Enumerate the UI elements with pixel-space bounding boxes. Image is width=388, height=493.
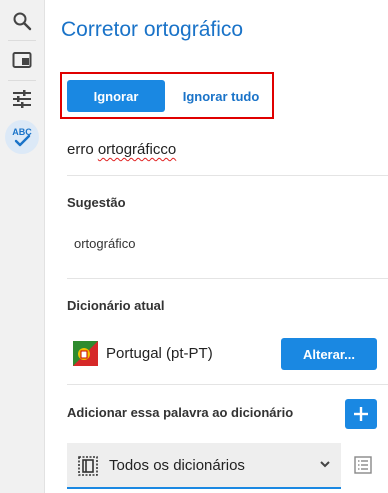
suggestion-heading: Sugestão	[67, 195, 126, 210]
change-dictionary-button[interactable]: Alterar...	[281, 338, 377, 370]
settings-sliders-icon	[13, 90, 31, 108]
dictionary-select-value: Todos os dicionários	[109, 457, 245, 474]
add-word-button[interactable]	[345, 399, 377, 429]
current-dictionary-heading: Dicionário atual	[67, 298, 165, 313]
rail-divider	[8, 80, 36, 81]
panel-title: Corretor ortográfico	[61, 18, 244, 41]
spellcheck-panel: Corretor ortográfico Ignorar Ignorar tud…	[44, 0, 388, 493]
ignore-all-button[interactable]: Ignorar tudo	[175, 80, 267, 112]
add-word-heading: Adicionar essa palavra ao dicionário	[67, 405, 294, 420]
window-button[interactable]	[7, 45, 37, 75]
spellcheck-app: ABC Corretor ortográfico Ignorar Ignorar…	[0, 0, 388, 493]
spellcheck-button[interactable]: ABC	[5, 120, 39, 154]
divider	[67, 384, 388, 385]
ignore-button[interactable]: Ignorar	[67, 80, 165, 112]
search-button[interactable]	[7, 6, 37, 36]
dictionary-select[interactable]: Todos os dicionários	[67, 443, 341, 489]
rail-divider	[8, 40, 36, 41]
spellcheck-icon: ABC	[12, 127, 32, 147]
divider	[67, 175, 388, 176]
divider	[67, 278, 388, 279]
dictionary-book-icon	[78, 456, 98, 476]
side-toolbar: ABC	[0, 0, 44, 493]
dictionary-name: Portugal (pt-PT)	[106, 345, 213, 362]
misspelled-context: erro ortográficco	[67, 141, 176, 158]
suggestion-item[interactable]: ortográfico	[74, 236, 135, 251]
misspelled-word: ortográficco	[97, 141, 177, 158]
plus-icon	[354, 407, 368, 421]
list-icon[interactable]	[353, 455, 373, 475]
search-icon	[13, 12, 32, 31]
chevron-down-icon	[320, 461, 330, 468]
window-icon	[12, 52, 32, 68]
context-text: erro	[67, 141, 98, 158]
portugal-flag-icon	[73, 341, 98, 366]
settings-button[interactable]	[7, 84, 37, 114]
current-dictionary: Portugal (pt-PT)	[73, 341, 213, 366]
